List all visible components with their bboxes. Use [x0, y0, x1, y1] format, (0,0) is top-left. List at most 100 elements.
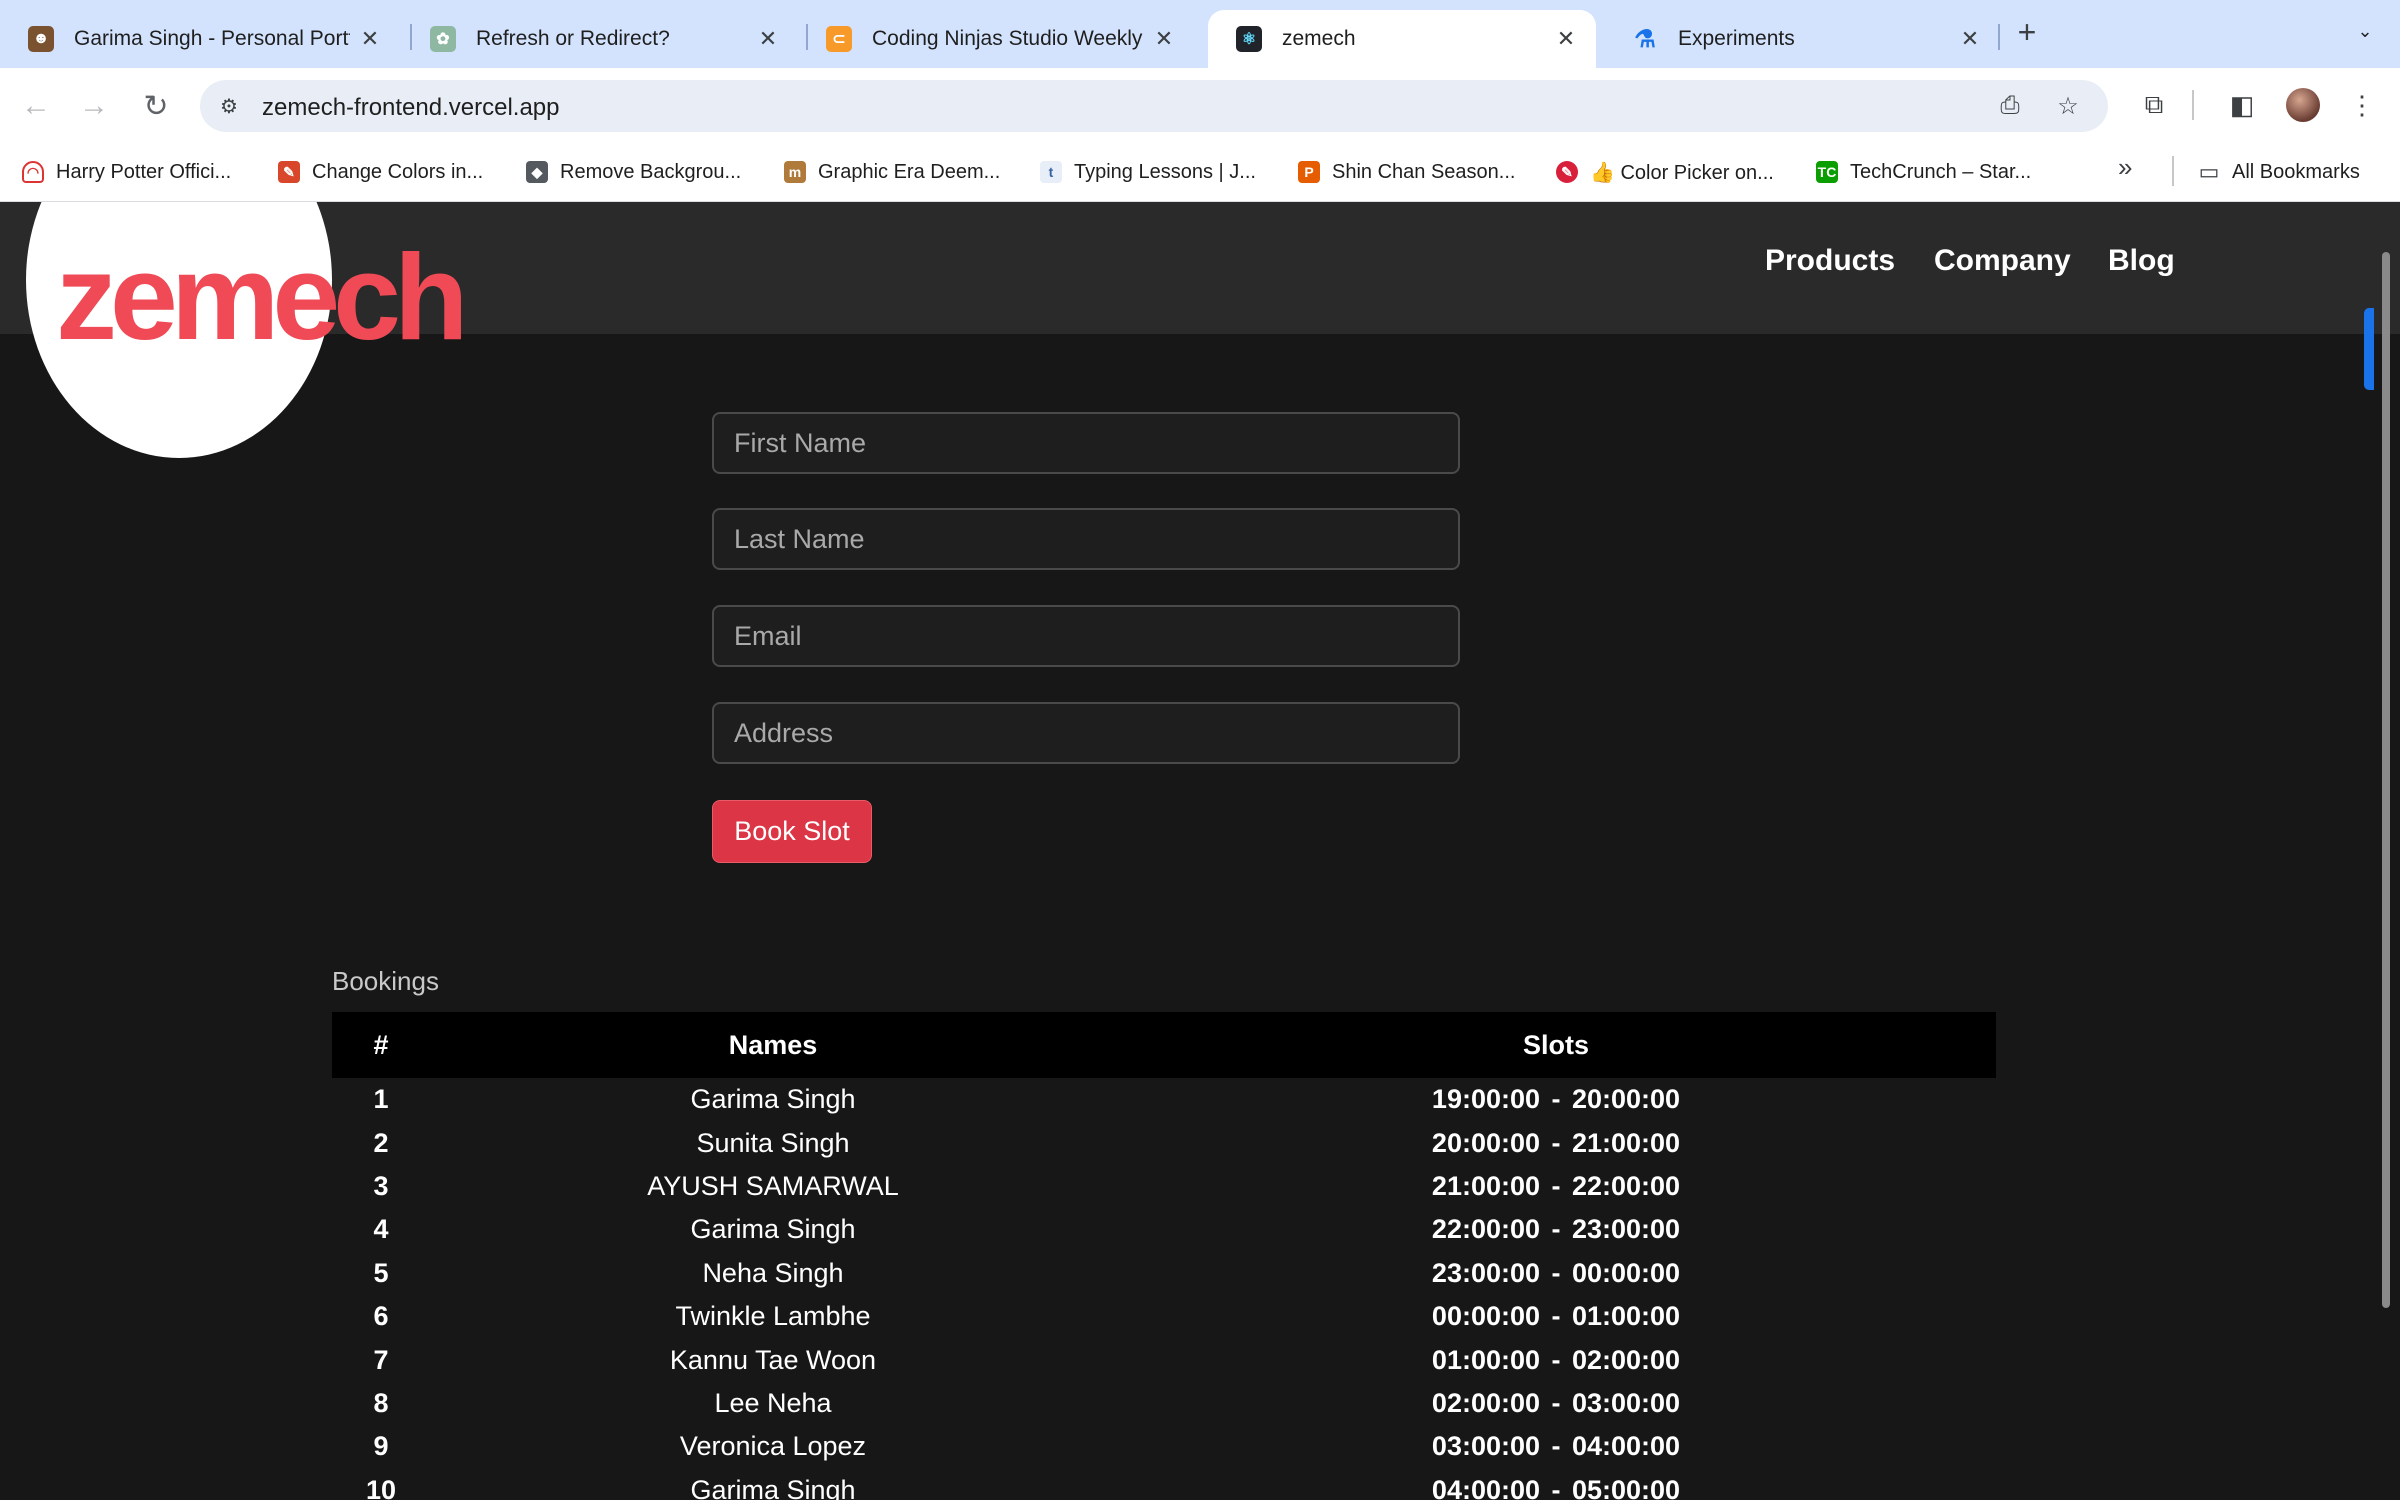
table-body: 1 Garima Singh 19:00:00 - 20:00:00 2 Sunita … — [332, 1078, 1996, 1500]
tab-experiments[interactable]: ⚗ Experiments ✕ — [1604, 10, 2000, 68]
bookmark-item[interactable]: t Typing Lessons | J... — [1040, 156, 1256, 188]
tab-title: Coding Ninjas Studio Weekly C — [872, 27, 1144, 50]
tab-refresh-redirect[interactable]: ✿ Refresh or Redirect? ✕ — [402, 10, 798, 68]
bookings-heading: Bookings — [332, 966, 439, 996]
typing-icon: t — [1040, 161, 1062, 183]
nav-link-blog[interactable]: Blog — [2108, 244, 2175, 278]
row-slot: 00:00:00 - 01:00:00 — [1431, 1301, 1681, 1332]
university-icon: m — [784, 161, 806, 183]
book-slot-button[interactable]: Book Slot — [712, 800, 872, 863]
all-bookmarks-button[interactable]: ▭ All Bookmarks — [2198, 156, 2360, 188]
row-slot: 19:00:00 - 20:00:00 — [1431, 1084, 1681, 1115]
row-number: 6 — [373, 1301, 389, 1332]
bookmark-item[interactable]: m Graphic Era Deem... — [784, 156, 1000, 188]
table-row: 4 Garima Singh 22:00:00 - 23:00:00 — [332, 1208, 1996, 1251]
table-row: 1 Garima Singh 19:00:00 - 20:00:00 — [332, 1078, 1996, 1121]
tab-title: Experiments — [1678, 27, 1795, 50]
install-app-icon[interactable]: ⎙ — [1994, 90, 2026, 122]
row-name: Lee Neha — [714, 1387, 832, 1418]
close-icon[interactable]: ✕ — [1958, 26, 1982, 52]
profile-avatar[interactable] — [2286, 88, 2320, 122]
all-bookmarks-label: All Bookmarks — [2232, 160, 2360, 183]
bookmarks-bar: ◠ Harry Potter Offici... ✎ Change Colors… — [0, 142, 2400, 202]
row-slot: 03:00:00 - 04:00:00 — [1431, 1431, 1681, 1462]
site-logo[interactable]: zemech — [56, 224, 469, 370]
scroll-indicator — [2364, 308, 2374, 390]
address-bar[interactable]: ⚙ zemech-frontend.vercel.app ⎙ ☆ — [200, 80, 2108, 132]
toolbar-separator — [2192, 90, 2194, 120]
flask-icon: ⚗ — [1634, 25, 1656, 53]
bookmark-label: Change Colors in... — [312, 160, 484, 183]
bookmark-item[interactable]: P Shin Chan Season... — [1298, 156, 1515, 188]
row-name: Garima Singh — [690, 1214, 856, 1245]
bookmark-item[interactable]: ◠ Harry Potter Offici... — [22, 156, 231, 188]
forward-button[interactable]: → — [74, 86, 114, 126]
row-name: Garima Singh — [690, 1474, 856, 1500]
email-input[interactable] — [712, 605, 1460, 667]
side-panel-icon[interactable]: ◧ — [2224, 87, 2260, 123]
tab-title: Refresh or Redirect? — [476, 27, 670, 50]
bookmark-label: 👍 Color Picker on... — [1590, 161, 1774, 184]
table-row: 7 Kannu Tae Woon 01:00:00 - 02:00:00 — [332, 1338, 1996, 1381]
url-text[interactable]: zemech-frontend.vercel.app — [262, 94, 560, 122]
row-name: Kannu Tae Woon — [669, 1344, 877, 1375]
last-name-input[interactable] — [712, 508, 1460, 570]
close-icon[interactable]: ✕ — [756, 26, 780, 52]
table-header: # Names Slots — [332, 1012, 1996, 1078]
bookmarks-separator — [2172, 156, 2174, 186]
folder-icon: ▭ — [2198, 159, 2220, 184]
row-number: 2 — [373, 1127, 389, 1158]
close-icon[interactable]: ✕ — [358, 26, 382, 52]
row-name: Veronica Lopez — [679, 1431, 867, 1462]
more-bookmarks-chevron-icon[interactable]: » — [2118, 152, 2132, 183]
tab-strip: ☻ Garima Singh - Personal Portf ✕ ✿ Refr… — [0, 0, 2400, 68]
tab-zemech[interactable]: ⚛ zemech ✕ — [1208, 10, 1596, 68]
row-number: 5 — [373, 1257, 389, 1288]
openai-icon: ✿ — [430, 26, 456, 52]
web-page: zemech Products Company Blog Book Slot B… — [0, 202, 2400, 1500]
column-header-names: Names — [728, 1029, 818, 1060]
row-name: AYUSH SAMARWAL — [647, 1170, 899, 1201]
tab-coding-ninjas[interactable]: ⊂ Coding Ninjas Studio Weekly C ✕ — [798, 10, 1194, 68]
site-info-icon[interactable]: ⚙ — [216, 93, 242, 119]
close-icon[interactable]: ✕ — [1554, 26, 1578, 52]
row-slot: 02:00:00 - 03:00:00 — [1431, 1387, 1681, 1418]
scrollbar-thumb[interactable] — [2382, 252, 2390, 1308]
table-row: 5 Neha Singh 23:00:00 - 00:00:00 — [332, 1252, 1996, 1295]
first-name-input[interactable] — [712, 412, 1460, 474]
nav-link-company[interactable]: Company — [1934, 244, 2071, 278]
row-number: 3 — [373, 1170, 389, 1201]
address-input[interactable] — [712, 702, 1460, 764]
bookmark-star-icon[interactable]: ☆ — [2052, 90, 2084, 122]
bookmark-item[interactable]: ◆ Remove Backgrou... — [526, 156, 741, 188]
table-row: 9 Veronica Lopez 03:00:00 - 04:00:00 — [332, 1425, 1996, 1468]
close-icon[interactable]: ✕ — [1152, 26, 1176, 52]
menu-icon[interactable]: ⋮ — [2344, 87, 2380, 123]
tab-portfolio[interactable]: ☻ Garima Singh - Personal Portf ✕ — [0, 10, 400, 68]
bookmark-item[interactable]: TC TechCrunch – Star... — [1816, 156, 2031, 188]
row-name: Garima Singh — [690, 1084, 856, 1115]
bookmark-item[interactable]: ✎ Change Colors in... — [278, 156, 483, 188]
row-number: 7 — [373, 1344, 389, 1375]
bookmark-label: Remove Backgrou... — [560, 160, 742, 183]
bookmark-label: Harry Potter Offici... — [56, 160, 232, 183]
bookmark-item[interactable]: ✎ 👍 Color Picker on... — [1556, 156, 1774, 188]
ghost-icon: ◠ — [22, 161, 44, 183]
react-icon: ⚛ — [1236, 26, 1262, 52]
table-row: 3 AYUSH SAMARWAL 21:00:00 - 22:00:00 — [332, 1165, 1996, 1208]
column-header-slots: Slots — [1522, 1029, 1589, 1060]
nav-link-products[interactable]: Products — [1765, 244, 1895, 278]
row-name: Neha Singh — [702, 1257, 844, 1288]
tools-icon: ✎ — [278, 161, 300, 183]
tab-search-button[interactable]: ⌄ — [2348, 14, 2382, 48]
extensions-icon[interactable]: ⧉ — [2136, 87, 2172, 123]
back-button[interactable]: ← — [16, 86, 56, 126]
reload-button[interactable]: ↻ — [136, 86, 176, 126]
layers-icon: ◆ — [526, 161, 548, 183]
row-slot: 20:00:00 - 21:00:00 — [1431, 1127, 1681, 1158]
row-slot: 01:00:00 - 02:00:00 — [1431, 1344, 1681, 1375]
row-slot: 21:00:00 - 22:00:00 — [1431, 1170, 1681, 1201]
row-number: 4 — [373, 1214, 389, 1245]
techcrunch-icon: TC — [1816, 161, 1838, 183]
new-tab-button[interactable]: + — [2010, 14, 2044, 51]
